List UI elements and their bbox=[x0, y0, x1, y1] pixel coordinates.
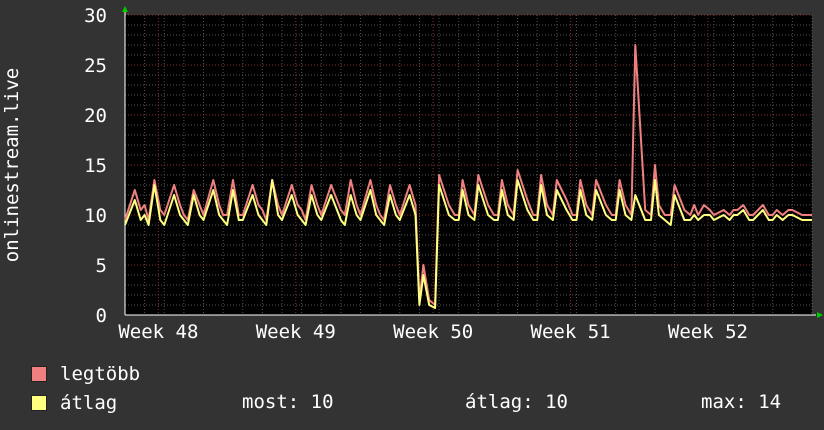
legend-item-avg: átlag bbox=[31, 391, 117, 415]
legend-label-max: legtöbb bbox=[60, 363, 141, 385]
plot-area bbox=[125, 15, 812, 315]
stat-most: most: 10 bbox=[242, 391, 334, 413]
y-tick-label: 0 bbox=[96, 305, 107, 327]
legend-swatch-max bbox=[31, 366, 47, 382]
y-tick-label: 20 bbox=[84, 105, 107, 127]
x-tick-label: Week 49 bbox=[256, 321, 336, 343]
y-tick-label: 15 bbox=[84, 155, 107, 177]
stat-max: max: 14 bbox=[701, 391, 782, 413]
legend-swatch-avg bbox=[31, 395, 47, 411]
x-tick-label: Week 48 bbox=[118, 321, 198, 343]
x-axis-arrow bbox=[817, 312, 823, 318]
y-tick-label: 5 bbox=[96, 255, 107, 277]
y-tick-label: 25 bbox=[84, 55, 107, 77]
x-tick-label: Week 50 bbox=[393, 321, 473, 343]
y-axis-label: onlinestream.live bbox=[1, 68, 23, 262]
legend-label-avg: átlag bbox=[60, 392, 118, 414]
x-tick-label: Week 52 bbox=[668, 321, 748, 343]
legend-item-max: legtöbb bbox=[31, 362, 140, 386]
y-axis-arrow bbox=[122, 6, 128, 12]
stat-avg: átlag: 10 bbox=[465, 391, 568, 413]
y-tick-label: 30 bbox=[84, 5, 107, 27]
x-tick-label: Week 51 bbox=[531, 321, 611, 343]
y-tick-label: 10 bbox=[84, 205, 107, 227]
